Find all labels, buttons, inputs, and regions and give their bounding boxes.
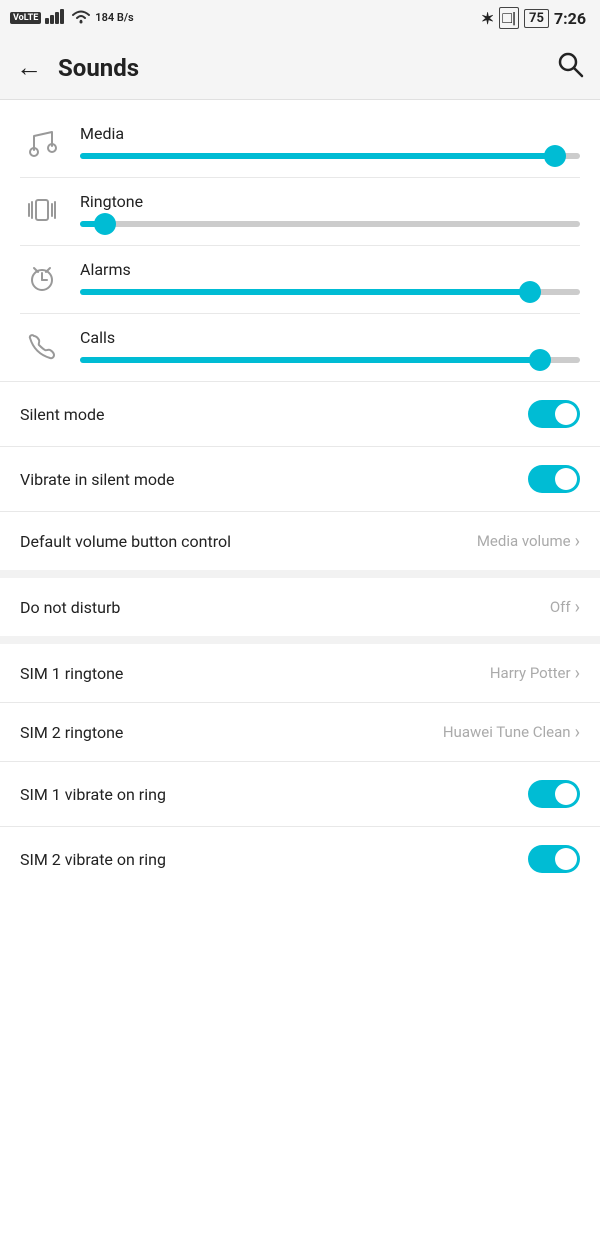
media-thumb[interactable] — [544, 145, 566, 167]
volte-badge: VoLTE — [10, 12, 41, 24]
default-volume-row[interactable]: Default volume button control Media volu… — [0, 512, 600, 570]
data-speed: 184 B/s — [95, 12, 133, 24]
default-volume-label: Default volume button control — [20, 532, 231, 551]
battery-icon: 75 — [524, 9, 549, 28]
sim1-vibrate-label: SIM 1 vibrate on ring — [20, 785, 166, 804]
time: 7:26 — [554, 9, 586, 28]
sim1-vibrate-toggle[interactable] — [528, 780, 580, 808]
sim1-vibrate-row: SIM 1 vibrate on ring — [0, 762, 600, 826]
wifi-icon — [71, 8, 91, 28]
vibrate-silent-label: Vibrate in silent mode — [20, 470, 174, 489]
sim1-ringtone-value: Harry Potter › — [490, 663, 580, 684]
alarms-slider-row: Alarms — [0, 246, 600, 313]
chevron-icon-volume: › — [575, 531, 580, 552]
alarms-slider-content: Alarms — [80, 260, 580, 295]
sim2-ringtone-row[interactable]: SIM 2 ringtone Huawei Tune Clean › — [0, 703, 600, 761]
sim2-ringtone-value: Huawei Tune Clean › — [443, 722, 580, 743]
ringtone-thumb[interactable] — [94, 213, 116, 235]
sim1-vibrate-knob — [555, 783, 577, 805]
sim2-ringtone-text: Huawei Tune Clean — [443, 723, 571, 741]
sim2-ringtone-label: SIM 2 ringtone — [20, 723, 123, 742]
network-signal — [45, 8, 67, 28]
calls-label: Calls — [80, 328, 580, 347]
media-slider[interactable] — [80, 153, 580, 159]
vibrate-silent-row: Vibrate in silent mode — [0, 447, 600, 511]
divider-thick-2 — [0, 636, 600, 644]
ringtone-slider[interactable] — [80, 221, 580, 227]
sim2-vibrate-row: SIM 2 vibrate on ring — [0, 827, 600, 891]
silent-mode-label: Silent mode — [20, 405, 104, 424]
alarms-fill — [80, 289, 530, 295]
sim2-vibrate-toggle[interactable] — [528, 845, 580, 873]
alarms-slider[interactable] — [80, 289, 580, 295]
chevron-icon-sim2: › — [575, 722, 580, 743]
content: Media Ringtone — [0, 100, 600, 891]
media-label: Media — [80, 124, 580, 143]
ringtone-slider-content: Ringtone — [80, 192, 580, 227]
vibrate-icon — [20, 194, 64, 226]
search-button[interactable] — [556, 50, 584, 85]
do-not-disturb-label: Do not disturb — [20, 598, 120, 617]
sim1-ringtone-label: SIM 1 ringtone — [20, 664, 123, 683]
do-not-disturb-text: Off — [550, 598, 571, 616]
status-right: ✶ □| 75 7:26 — [481, 7, 586, 29]
silent-mode-knob — [555, 403, 577, 425]
calls-slider[interactable] — [80, 357, 580, 363]
silent-mode-row: Silent mode — [0, 382, 600, 446]
vibrate-silent-knob — [555, 468, 577, 490]
page-title: Sounds — [58, 54, 556, 82]
do-not-disturb-row[interactable]: Do not disturb Off › — [0, 578, 600, 636]
back-button[interactable]: ← — [16, 52, 42, 83]
default-volume-text: Media volume — [477, 532, 571, 550]
ringtone-slider-row: Ringtone — [0, 178, 600, 245]
music-note-icon — [20, 126, 64, 158]
media-slider-content: Media — [80, 124, 580, 159]
calls-fill — [80, 357, 540, 363]
status-bar: VoLTE 184 B/s ✶ □| 75 7:26 — [0, 0, 600, 36]
ringtone-label: Ringtone — [80, 192, 580, 211]
sim2-vibrate-knob — [555, 848, 577, 870]
calls-slider-content: Calls — [80, 328, 580, 363]
top-bar: ← Sounds — [0, 36, 600, 100]
default-volume-value: Media volume › — [477, 531, 580, 552]
sim2-vibrate-label: SIM 2 vibrate on ring — [20, 850, 166, 869]
bluetooth-icon: ✶ — [481, 9, 494, 28]
vibrate-silent-toggle[interactable] — [528, 465, 580, 493]
alarms-thumb[interactable] — [519, 281, 541, 303]
calls-thumb[interactable] — [529, 349, 551, 371]
alarm-icon — [20, 262, 64, 294]
nfc-icon: □| — [499, 7, 519, 29]
sim1-ringtone-row[interactable]: SIM 1 ringtone Harry Potter › — [0, 644, 600, 702]
chevron-icon-sim1: › — [575, 663, 580, 684]
silent-mode-toggle[interactable] — [528, 400, 580, 428]
phone-icon — [20, 330, 64, 362]
do-not-disturb-value: Off › — [550, 597, 580, 618]
sliders-section: Media Ringtone — [0, 100, 600, 381]
sim1-ringtone-text: Harry Potter — [490, 664, 571, 682]
chevron-icon-dnd: › — [575, 597, 580, 618]
status-left: VoLTE 184 B/s — [10, 8, 134, 28]
calls-slider-row: Calls — [0, 314, 600, 381]
media-fill — [80, 153, 555, 159]
alarms-label: Alarms — [80, 260, 580, 279]
media-slider-row: Media — [0, 110, 600, 177]
divider-thick-1 — [0, 570, 600, 578]
